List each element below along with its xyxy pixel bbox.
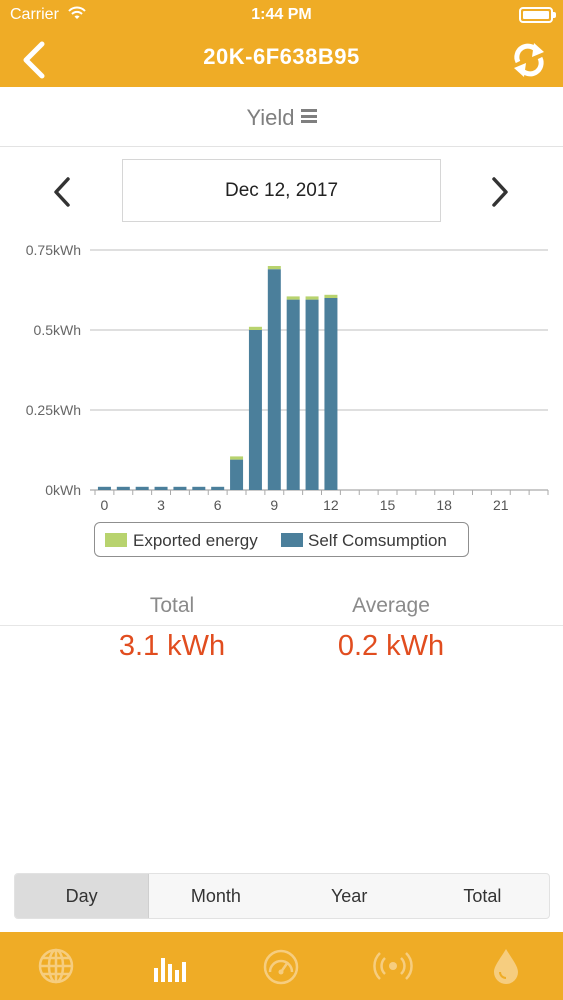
refresh-button[interactable] xyxy=(511,40,547,80)
total-value: 3.1 kWh xyxy=(118,630,226,662)
status-bar: Carrier 1:44 PM xyxy=(0,0,563,30)
previous-date-button[interactable] xyxy=(50,175,74,209)
battery-icon xyxy=(519,7,556,23)
tab-dashboard[interactable] xyxy=(261,946,301,986)
bar-exported-energy xyxy=(267,266,281,270)
globe-icon xyxy=(38,948,74,984)
top-bar: Carrier 1:44 PM 20K-6F638B95 xyxy=(0,0,563,87)
menu-icon xyxy=(300,109,317,123)
chevron-left-icon xyxy=(54,177,70,207)
bar-exported-energy xyxy=(248,326,262,330)
signal-icon xyxy=(373,952,413,980)
summary-divider xyxy=(0,625,563,626)
x-tick-label: 0 xyxy=(101,497,109,513)
legend-exported-energy: Exported energy xyxy=(133,531,258,550)
self-consumption-swatch xyxy=(281,533,303,547)
bar-chart-icon xyxy=(154,958,186,982)
x-tick-label: 15 xyxy=(380,497,396,513)
bar-exported-energy xyxy=(324,294,338,298)
bar-self-consumption xyxy=(230,459,244,490)
yield-label: Yield xyxy=(246,105,295,130)
bar-self-consumption xyxy=(135,486,149,490)
bar-self-consumption xyxy=(116,486,130,490)
tab-water[interactable] xyxy=(486,946,526,986)
period-segmented-control: Day Month Year Total xyxy=(14,873,550,919)
tab-overview[interactable] xyxy=(36,946,76,986)
legend-self-consumption: Self Comsumption xyxy=(308,531,447,550)
bar-self-consumption xyxy=(267,269,281,490)
bar-self-consumption xyxy=(286,299,300,490)
x-tick-label: 6 xyxy=(214,497,222,513)
x-tick-label: 21 xyxy=(493,497,509,513)
y-tick-label: 0kWh xyxy=(45,482,81,498)
bar-exported-energy xyxy=(305,296,319,300)
bottom-tab-bar xyxy=(0,932,563,1000)
bar-exported-energy xyxy=(286,296,300,300)
chevron-right-icon xyxy=(492,177,508,207)
chart-legend: Exported energy Self Comsumption xyxy=(94,522,469,557)
x-tick-label: 12 xyxy=(323,497,339,513)
y-tick-label: 0.25kWh xyxy=(26,402,81,418)
drop-icon xyxy=(494,949,518,984)
bar-self-consumption xyxy=(305,299,319,490)
bar-self-consumption xyxy=(192,486,206,490)
yield-selector[interactable]: Yield xyxy=(0,87,563,147)
tab-statistics[interactable] xyxy=(149,946,189,986)
y-tick-label: 0.75kWh xyxy=(26,242,81,258)
x-tick-label: 9 xyxy=(270,497,278,513)
tab-total[interactable]: Total xyxy=(416,874,549,918)
bar-self-consumption xyxy=(211,486,225,490)
refresh-icon xyxy=(514,43,544,77)
tab-day[interactable]: Day xyxy=(15,874,150,918)
next-date-button[interactable] xyxy=(488,175,512,209)
average-label: Average xyxy=(352,594,430,617)
x-tick-label: 3 xyxy=(157,497,165,513)
tab-year[interactable]: Year xyxy=(283,874,416,918)
yield-bar-chart: 0kWh 0.25kWh 0.5kWh 0.75kWh 0 3 6 9 12 15 18 21 xyxy=(26,242,549,513)
bar-self-consumption xyxy=(248,330,262,490)
yield-selector-label: Yield xyxy=(0,105,563,131)
bar-self-consumption xyxy=(173,486,187,490)
date-picker[interactable]: Dec 12, 2017 xyxy=(122,159,441,222)
bar-exported-energy xyxy=(230,456,244,460)
x-tick-label: 18 xyxy=(436,497,452,513)
bar-self-consumption xyxy=(324,298,338,490)
exported-energy-swatch xyxy=(105,533,127,547)
gauge-icon xyxy=(263,949,299,985)
page-title: 20K-6F638B95 xyxy=(203,44,360,69)
tab-connection[interactable] xyxy=(373,946,413,986)
bar-self-consumption xyxy=(97,486,111,490)
selected-date: Dec 12, 2017 xyxy=(224,180,339,201)
tab-month[interactable]: Month xyxy=(149,874,282,918)
bar-self-consumption xyxy=(154,486,168,490)
y-tick-label: 0.5kWh xyxy=(34,322,81,338)
total-label: Total xyxy=(149,594,195,617)
average-value: 0.2 kWh xyxy=(337,630,445,662)
status-time: 1:44 PM xyxy=(251,6,312,23)
